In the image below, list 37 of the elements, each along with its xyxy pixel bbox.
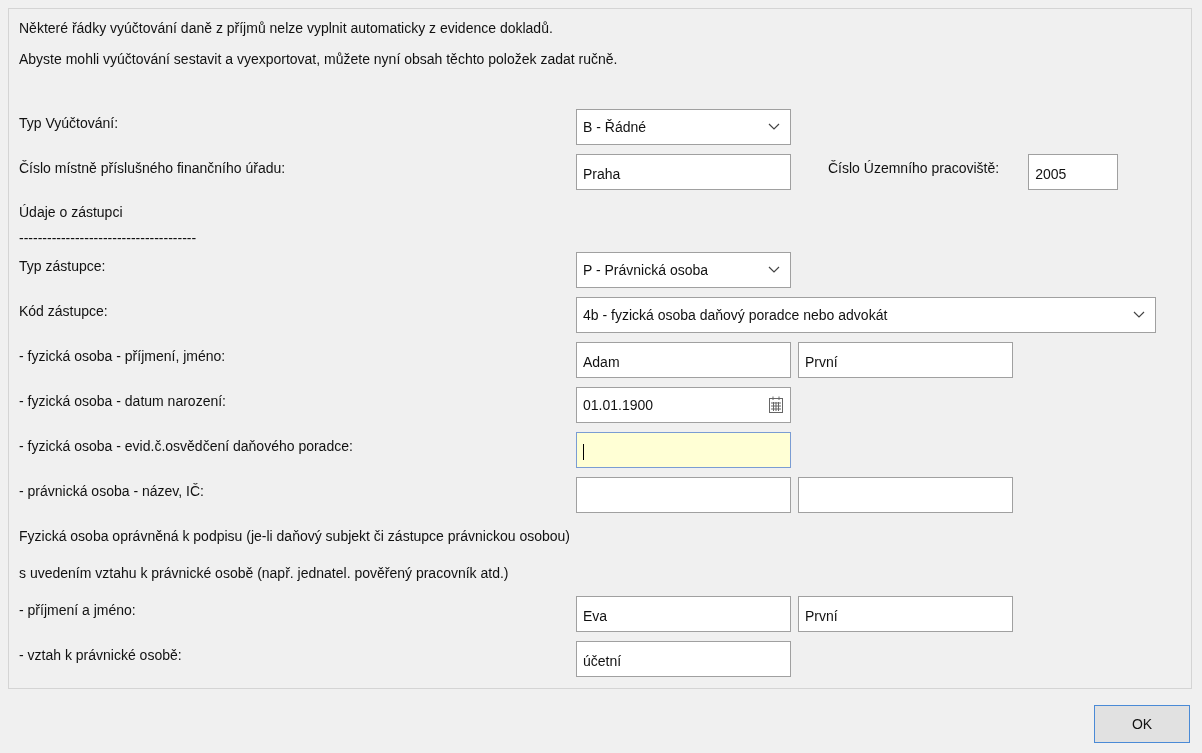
- input-field[interactable]: [576, 431, 791, 468]
- field-label: - příjmení a jméno:: [19, 601, 137, 618]
- field-label: Číslo Územního pracoviště:: [828, 159, 1000, 176]
- field-label: - fyzická osoba - datum narození:: [19, 392, 227, 409]
- dropdown[interactable]: B - Řádné: [576, 108, 791, 145]
- input-field[interactable]: Adam: [576, 341, 791, 378]
- field-label: Typ Vyúčtování:: [19, 114, 120, 131]
- field-label: Typ zástupce:: [19, 257, 107, 274]
- note-text: s uvedením vztahu k právnické osobě (např. jednatel. pověřený pracovník atd.): [19, 564, 509, 581]
- chevron-down-icon: [1133, 311, 1145, 318]
- input-field[interactable]: Praha: [576, 153, 791, 190]
- input-field[interactable]: účetní: [576, 640, 791, 677]
- field-label: - vztah k právnické osobě:: [19, 646, 183, 663]
- field-label: Kód zástupce:: [19, 302, 109, 319]
- calendar-icon[interactable]: [768, 396, 784, 413]
- input-field[interactable]: První: [798, 595, 1013, 632]
- note-text: Fyzická osoba oprávněná k podpisu (je-li daňový subjekt či zástupce právnickou osobou): [19, 527, 570, 544]
- input-field[interactable]: 2005: [1028, 153, 1119, 190]
- intro-text: Některé řádky vyúčtování daně z příjmů nelze vyplnit automaticky z evidence dokladů.: [19, 19, 553, 36]
- dashed-separator: --------------------------------------: [19, 230, 197, 246]
- chevron-down-icon: [768, 123, 780, 130]
- intro-text: Abyste mohli vyúčtování sestavit a vyexportovat, můžete nyní obsah těchto položek zadat ručně.: [19, 50, 618, 67]
- input-field[interactable]: [798, 476, 1013, 513]
- field-label: - fyzická osoba - příjmení, jméno:: [19, 347, 227, 364]
- dropdown[interactable]: P - Právnická osoba: [576, 251, 791, 288]
- dropdown[interactable]: 4b - fyzická osoba daňový poradce nebo advokát: [576, 296, 1156, 333]
- field-label: Číslo místně příslušného finančního úřadu:: [19, 159, 287, 176]
- chevron-down-icon: [768, 266, 780, 273]
- text-cursor: [583, 443, 584, 460]
- date-field[interactable]: 01.01.1900: [576, 386, 791, 423]
- input-field[interactable]: [576, 476, 791, 513]
- field-label: - právnická osoba - název, IČ:: [19, 482, 205, 499]
- section-heading: Údaje o zástupci: [19, 203, 123, 220]
- field-label: - fyzická osoba - evid.č.osvědčení daňového poradce:: [19, 437, 354, 454]
- input-field[interactable]: První: [798, 341, 1013, 378]
- input-field[interactable]: Eva: [576, 595, 791, 632]
- ok-button[interactable]: OK: [1094, 705, 1190, 743]
